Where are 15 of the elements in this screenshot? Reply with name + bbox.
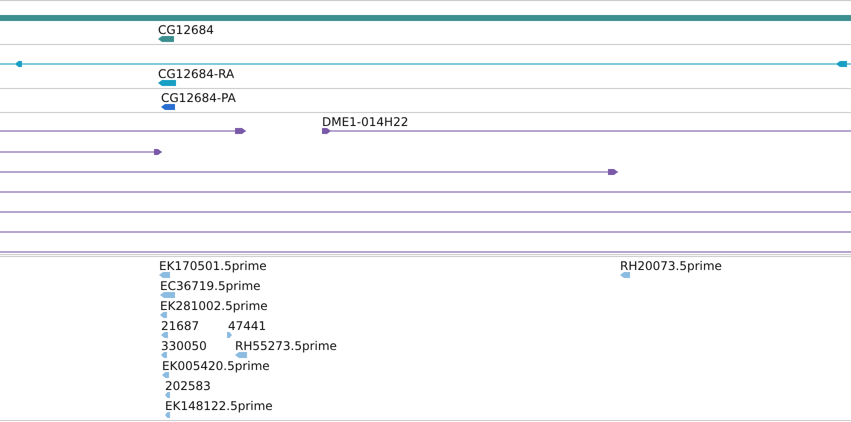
feature-label[interactable]: CG12684 — [158, 23, 214, 37]
feature-label[interactable]: CG12684-PA — [161, 91, 236, 105]
feature-label[interactable]: 202583 — [165, 379, 211, 393]
feature-label[interactable]: EC36719.5prime — [160, 279, 261, 293]
feature-label[interactable]: EK005420.5prime — [162, 359, 270, 373]
feature-label[interactable]: RH55273.5prime — [235, 339, 337, 353]
feature-label[interactable]: 21687 — [161, 319, 200, 333]
feature-label[interactable]: 330050 — [161, 339, 207, 353]
feature-label[interactable]: RH20073.5prime — [620, 259, 722, 273]
feature-label[interactable]: EK148122.5prime — [165, 399, 273, 413]
feature-label[interactable]: 47441 — [228, 319, 266, 333]
feature-label[interactable]: CG12684-RA — [158, 67, 234, 81]
feature-label[interactable]: EK170501.5prime — [159, 259, 267, 273]
feature-label[interactable]: DME1-014H22 — [322, 115, 408, 129]
feature-label[interactable]: EK281002.5prime — [160, 299, 268, 313]
